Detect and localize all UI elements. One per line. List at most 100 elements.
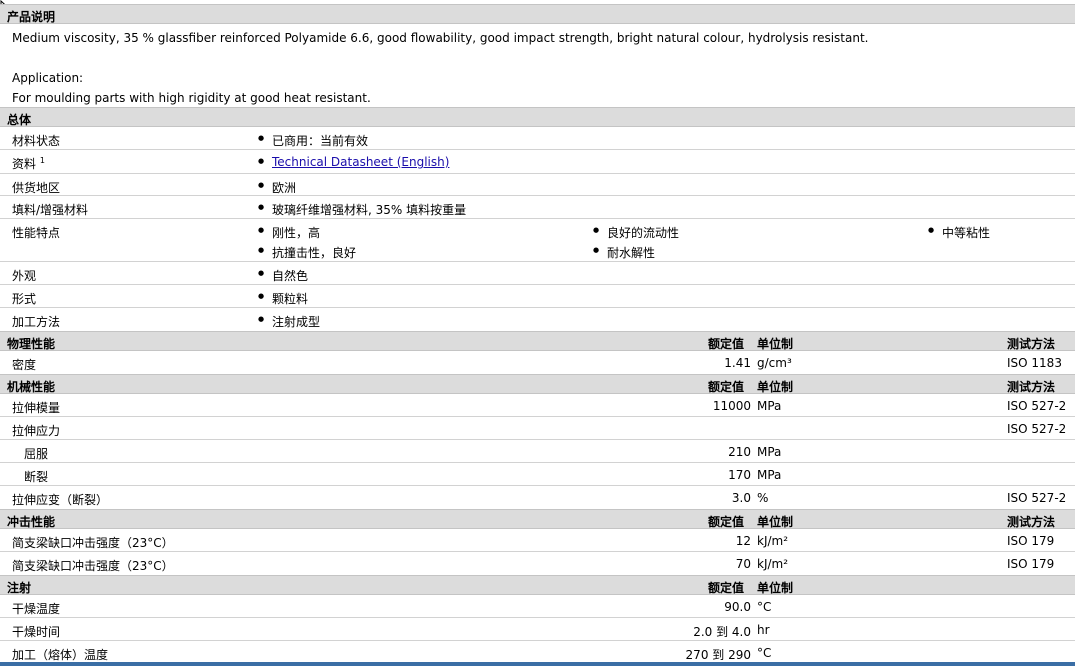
- column-header-unit: 单位制: [757, 515, 794, 529]
- table-row: 材料状态 已商用：当前有效: [0, 127, 1075, 150]
- row-value: 170: [728, 468, 751, 482]
- row-value: 270 到 290: [685, 648, 751, 662]
- row-label: 加工方法: [12, 315, 61, 329]
- description-text: Medium viscosity, 35 % glassfiber reinfo…: [12, 31, 869, 45]
- row-label: 干燥时间: [12, 625, 61, 639]
- section-title: 冲击性能: [7, 515, 56, 529]
- row-label: 断裂: [24, 470, 49, 484]
- row-label: 加工（熔体）温度: [12, 648, 109, 662]
- row-label: 材料状态: [12, 134, 61, 148]
- table-row: 加工（熔体）温度 270 到 290 °C: [0, 641, 1075, 662]
- row-label: 供货地区: [12, 181, 61, 195]
- column-header-unit: 单位制: [757, 337, 794, 351]
- row-value: 欧洲: [258, 179, 296, 196]
- row-label: 屈服: [24, 447, 49, 461]
- row-label: 简支梁缺口冲击强度（23°C）: [12, 559, 174, 573]
- row-unit: °C: [757, 600, 772, 614]
- row-value: 12: [735, 534, 751, 548]
- datasheet-link-item: Technical Datasheet (English): [258, 155, 449, 169]
- table-row: 形式 颗粒料: [0, 285, 1075, 308]
- row-value: 70: [735, 557, 751, 571]
- row-value: 注射成型: [258, 313, 320, 330]
- row-value: 玻璃纤维增强材料, 35% 填料按重量: [258, 201, 466, 218]
- column-header-unit: 单位制: [757, 380, 794, 394]
- row-value: 耐水解性: [593, 244, 655, 261]
- row-label: 拉伸应变（断裂）: [12, 493, 109, 507]
- section-header-impact: 冲击性能 额定值 单位制 测试方法: [0, 509, 1075, 529]
- row-label: 简支梁缺口冲击强度（23°C）: [12, 536, 174, 550]
- row-method: ISO 1183: [1007, 356, 1062, 370]
- column-header-method: 测试方法: [1007, 337, 1056, 351]
- column-header-method: 测试方法: [1007, 380, 1056, 394]
- table-row: 填料/增强材料 玻璃纤维增强材料, 35% 填料按重量: [0, 196, 1075, 219]
- row-label: 拉伸应力: [12, 424, 61, 438]
- row-method: ISO 179: [1007, 534, 1055, 548]
- row-label: 拉伸模量: [12, 401, 61, 415]
- technical-datasheet-link[interactable]: Technical Datasheet (English): [272, 155, 449, 169]
- footnote-marker: 1: [39, 156, 45, 165]
- row-method: ISO 179: [1007, 557, 1055, 571]
- section-title: 物理性能: [7, 337, 56, 351]
- row-value: 中等粘性: [928, 224, 990, 241]
- table-row: 干燥时间 2.0 到 4.0 hr: [0, 618, 1075, 641]
- column-header-nominal: 额定值: [708, 515, 745, 529]
- column-header-nominal: 额定值: [708, 581, 745, 595]
- row-value: 210: [728, 445, 751, 459]
- row-value: 1.41: [724, 356, 751, 370]
- row-value: 2.0 到 4.0: [693, 625, 751, 639]
- table-row: 简支梁缺口冲击强度（23°C） 12 kJ/m² ISO 179: [0, 529, 1075, 552]
- section-title: 注射: [7, 581, 32, 595]
- row-value: 3.0: [731, 491, 751, 505]
- row-value: 刚性，高: [258, 224, 320, 241]
- row-label: 资料 1: [12, 156, 45, 171]
- column-header-method: 测试方法: [1007, 515, 1056, 529]
- row-label: 密度: [12, 358, 37, 372]
- table-row: 拉伸应变（断裂） 3.0 % ISO 527-2: [0, 486, 1075, 509]
- section-header-physical: 物理性能 额定值 单位制 测试方法: [0, 331, 1075, 351]
- row-unit: kJ/m²: [757, 534, 789, 548]
- row-unit: %: [757, 491, 769, 505]
- row-unit: °C: [757, 646, 772, 660]
- table-row: 加工方法 注射成型: [0, 308, 1075, 331]
- row-value: 良好的流动性: [593, 224, 679, 241]
- row-unit: MPa: [757, 399, 782, 413]
- column-header-unit: 单位制: [757, 581, 794, 595]
- section-title: 产品说明: [7, 10, 56, 24]
- table-row: 断裂 170 MPa: [0, 463, 1075, 486]
- section-title: 机械性能: [7, 380, 56, 394]
- row-method: ISO 527-2: [1007, 422, 1067, 436]
- section-header-product-description: 产品说明: [0, 4, 1075, 24]
- window-bottom-edge: [0, 662, 1075, 666]
- row-unit: g/cm³: [757, 356, 792, 370]
- table-row: 拉伸应力 ISO 527-2: [0, 417, 1075, 440]
- table-row: 外观 自然色: [0, 262, 1075, 285]
- row-label: 外观: [12, 269, 37, 283]
- row-unit: MPa: [757, 445, 782, 459]
- row-label: 形式: [12, 292, 37, 306]
- column-header-nominal: 额定值: [708, 380, 745, 394]
- application-label: Application:: [12, 71, 84, 85]
- row-unit: hr: [757, 623, 770, 637]
- row-label: 填料/增强材料: [12, 203, 89, 217]
- table-row: 资料 1 Technical Datasheet (English): [0, 150, 1075, 174]
- row-label: 性能特点: [12, 226, 61, 240]
- row-unit: MPa: [757, 468, 782, 482]
- application-text: For moulding parts with high rigidity at…: [12, 91, 371, 105]
- table-row: 简支梁缺口冲击强度（23°C） 70 kJ/m² ISO 179: [0, 552, 1075, 575]
- row-method: ISO 527-2: [1007, 491, 1067, 505]
- table-row: 密度 1.41 g/cm³ ISO 1183: [0, 351, 1075, 374]
- row-value: 已商用：当前有效: [258, 132, 368, 149]
- table-row: 屈服 210 MPa: [0, 440, 1075, 463]
- column-header-nominal: 额定值: [708, 337, 745, 351]
- table-row: 拉伸模量 11000 MPa ISO 527-2: [0, 394, 1075, 417]
- table-row: 供货地区 欧洲: [0, 174, 1075, 196]
- table-row: 干燥温度 90.0 °C: [0, 595, 1075, 618]
- row-method: ISO 527-2: [1007, 399, 1067, 413]
- row-unit: kJ/m²: [757, 557, 789, 571]
- row-value: 11000: [712, 399, 751, 413]
- row-value: 90.0: [724, 600, 751, 614]
- row-value: 抗撞击性，良好: [258, 244, 356, 261]
- section-header-general: 总体: [0, 107, 1075, 127]
- section-header-injection: 注射 额定值 单位制: [0, 575, 1075, 595]
- row-label: 干燥温度: [12, 602, 61, 616]
